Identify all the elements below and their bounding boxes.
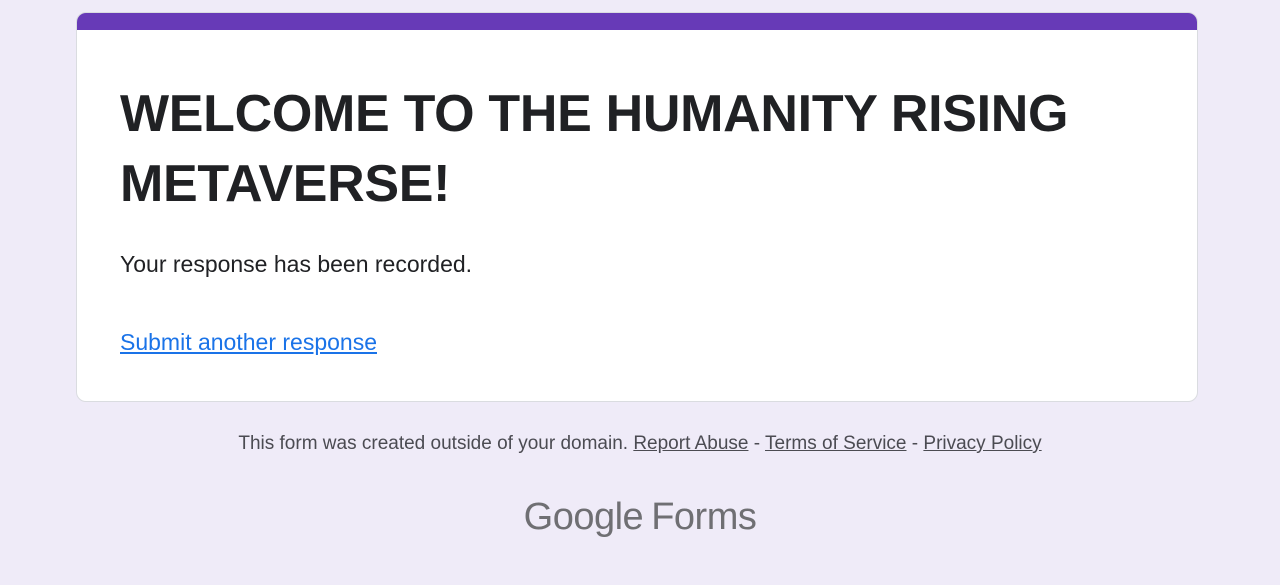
footer-separator: -: [911, 433, 919, 454]
privacy-policy-link[interactable]: Privacy Policy: [923, 433, 1041, 454]
footer-notice: This form was created outside of your do…: [0, 430, 1280, 458]
terms-of-service-link[interactable]: Terms of Service: [765, 433, 906, 454]
google-forms-logo[interactable]: Google Forms: [0, 493, 1280, 541]
form-title: WELCOME TO THE HUMANITY RISING METAVERSE…: [120, 85, 1069, 213]
footer-separator: -: [753, 433, 761, 454]
report-abuse-link[interactable]: Report Abuse: [633, 433, 748, 454]
google-wordmark: Google: [523, 496, 644, 538]
response-card: WELCOME TO THE HUMANITY RISING METAVERSE…: [76, 12, 1198, 402]
forms-wordmark: Forms: [651, 496, 757, 538]
confirmation-message: Your response has been recorded.: [120, 251, 473, 277]
domain-notice-text: This form was created outside of your do…: [238, 433, 629, 454]
card-accent-bar: [77, 13, 1197, 30]
submit-another-response-link[interactable]: Submit another response: [120, 327, 377, 357]
